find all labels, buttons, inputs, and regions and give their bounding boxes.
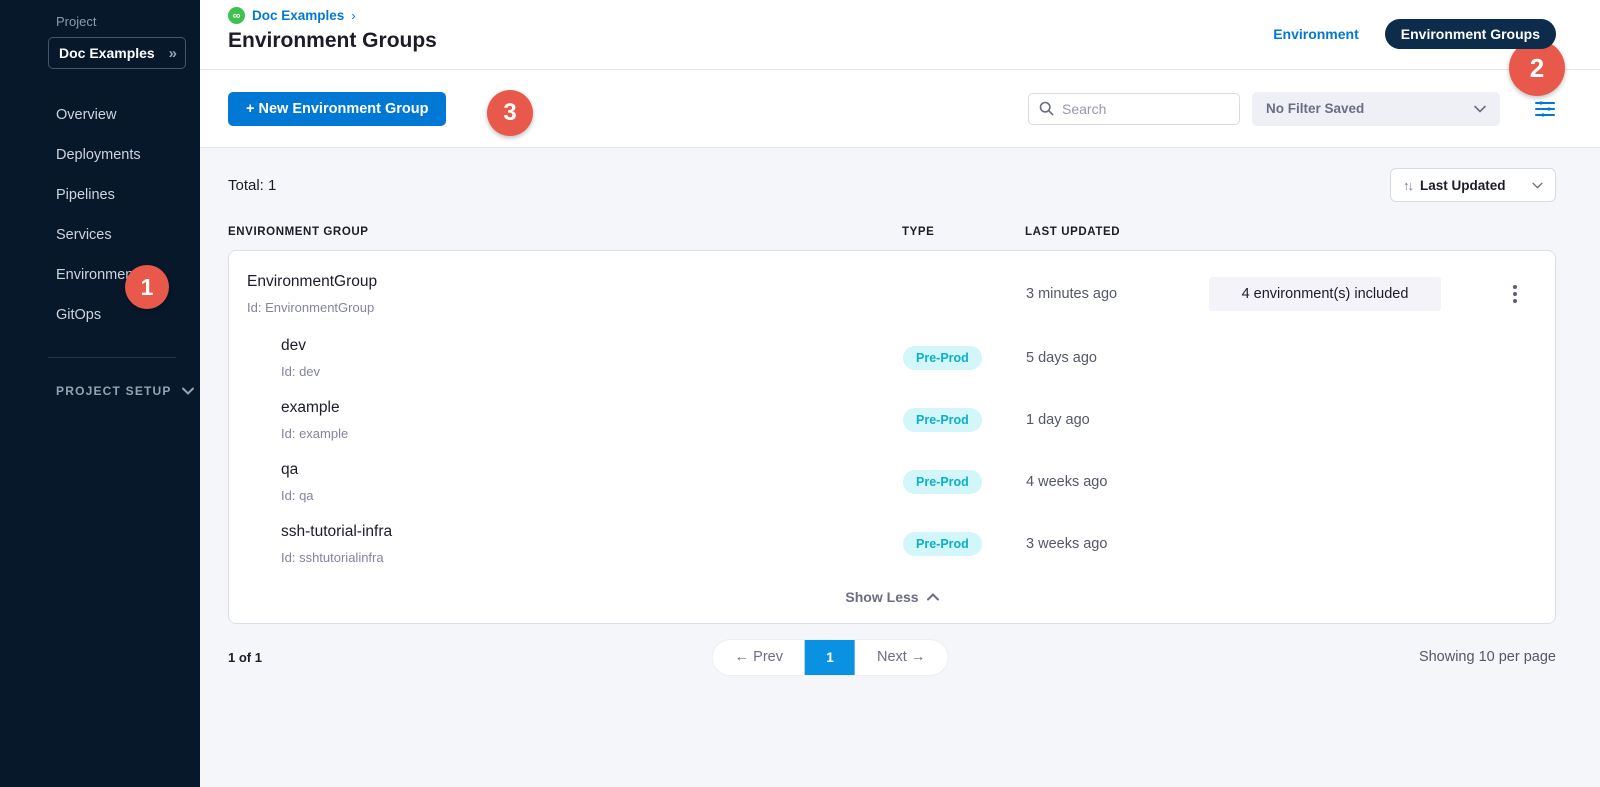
group-name: EnvironmentGroup [247,273,903,291]
environment-name: example [281,399,903,417]
page-header: ∞ Doc Examples › Environment Groups Envi… [200,0,1600,70]
project-setup-toggle[interactable]: PROJECT SETUP [56,384,200,398]
page-info: 1 of 1 [228,650,262,665]
header-tabs: Environment Environment Groups [1273,19,1556,69]
environment-row[interactable]: dev Id: dev Pre-Prod 5 days ago [247,327,1537,389]
environment-last-updated: 5 days ago [1026,350,1209,366]
environment-count-chip[interactable]: 4 environment(s) included [1209,277,1441,311]
breadcrumb-separator: › [351,8,355,23]
cd-module-icon: ∞ [228,7,245,24]
breadcrumb: ∞ Doc Examples › [228,7,437,24]
chevron-up-icon [927,593,939,601]
sidebar-item-deployments[interactable]: Deployments [0,135,200,175]
new-environment-group-button[interactable]: + New Environment Group [228,92,446,126]
page-title: Environment Groups [228,29,437,53]
chevron-down-icon [182,387,194,395]
column-environment-group: ENVIRONMENT GROUP [228,226,902,238]
total-count: Total: 1 [228,177,276,194]
sidebar-item-overview[interactable]: Overview [0,95,200,135]
environment-id: Id: sshtutorialinfra [281,550,903,565]
saved-filter-label: No Filter Saved [1266,101,1364,116]
show-less-toggle[interactable]: Show Less [247,575,1537,615]
search-icon [1039,101,1054,116]
project-name: Doc Examples [59,45,155,61]
total-row: Total: 1 ↑↓ Last Updated [228,168,1556,202]
chevron-down-icon [1474,105,1486,113]
environment-name: ssh-tutorial-infra [281,523,903,541]
toolbar: + New Environment Group No Filter Saved [200,70,1600,148]
environment-last-updated: 3 weeks ago [1026,536,1209,552]
saved-filter-dropdown[interactable]: No Filter Saved [1252,92,1500,126]
annotation-badge-3: 3 [487,90,533,136]
breadcrumb-link-project[interactable]: Doc Examples [252,8,344,23]
double-chevron-icon: » [169,45,175,62]
annotation-badge-1: 1 [125,265,169,309]
sidebar-item-pipelines[interactable]: Pipelines [0,175,200,215]
column-last-updated: LAST UPDATED [1025,226,1556,238]
environment-group-row[interactable]: EnvironmentGroup Id: EnvironmentGroup 3 … [247,255,1537,327]
pager: ← Prev 1 Next → [713,640,948,675]
environment-last-updated: 4 weeks ago [1026,474,1209,490]
sidebar-item-services[interactable]: Services [0,215,200,255]
environment-group-card[interactable]: EnvironmentGroup Id: EnvironmentGroup 3 … [228,250,1556,624]
row-menu-kebab-icon[interactable] [1509,281,1521,307]
environment-name: dev [281,337,903,355]
current-page-button[interactable]: 1 [805,640,855,675]
environment-row[interactable]: qa Id: qa Pre-Prod 4 weeks ago [247,451,1537,513]
search-box [1028,93,1240,125]
sort-dropdown[interactable]: ↑↓ Last Updated [1390,168,1556,202]
table-header: ENVIRONMENT GROUP TYPE LAST UPDATED [228,226,1556,250]
pagination: 1 of 1 ← Prev 1 Next → Showing 10 per pa… [228,624,1556,690]
main-area: ∞ Doc Examples › Environment Groups Envi… [200,0,1600,787]
group-id: Id: EnvironmentGroup [247,300,903,315]
type-badge: Pre-Prod [903,532,982,556]
column-type: TYPE [902,226,1025,238]
show-less-label: Show Less [845,589,918,605]
environment-row[interactable]: ssh-tutorial-infra Id: sshtutorialinfra … [247,513,1537,575]
sidebar-item-environments[interactable]: Environments [0,255,200,295]
search-input[interactable] [1062,101,1229,117]
tab-environment[interactable]: Environment [1273,26,1359,42]
prev-page-button[interactable]: ← Prev [713,640,805,675]
tab-environment-groups[interactable]: Environment Groups [1385,19,1556,49]
filter-sliders-icon[interactable] [1534,99,1556,119]
type-badge: Pre-Prod [903,346,982,370]
environment-row[interactable]: example Id: example Pre-Prod 1 day ago [247,389,1537,451]
environment-id: Id: qa [281,488,903,503]
type-badge: Pre-Prod [903,408,982,432]
sort-arrows-icon: ↑↓ [1403,178,1412,193]
environment-name: qa [281,461,903,479]
sidebar: Project Doc Examples » Overview Deployme… [0,0,200,787]
project-selector[interactable]: Doc Examples » [48,37,186,69]
content: Total: 1 ↑↓ Last Updated ENVIRONMENT GRO… [200,148,1600,787]
sort-label: Last Updated [1420,178,1524,193]
chevron-down-icon [1532,182,1543,189]
environment-id: Id: example [281,426,903,441]
project-setup-label: PROJECT SETUP [56,384,172,398]
project-label: Project [56,14,200,29]
sidebar-divider [48,357,176,358]
environment-last-updated: 1 day ago [1026,412,1209,428]
app-root: Project Doc Examples » Overview Deployme… [0,0,1600,787]
group-last-updated: 3 minutes ago [1026,286,1209,302]
sidebar-item-gitops[interactable]: GitOps [0,295,200,335]
next-page-button[interactable]: Next → [855,640,947,675]
environment-id: Id: dev [281,364,903,379]
per-page-info: Showing 10 per page [1419,649,1556,665]
type-badge: Pre-Prod [903,470,982,494]
